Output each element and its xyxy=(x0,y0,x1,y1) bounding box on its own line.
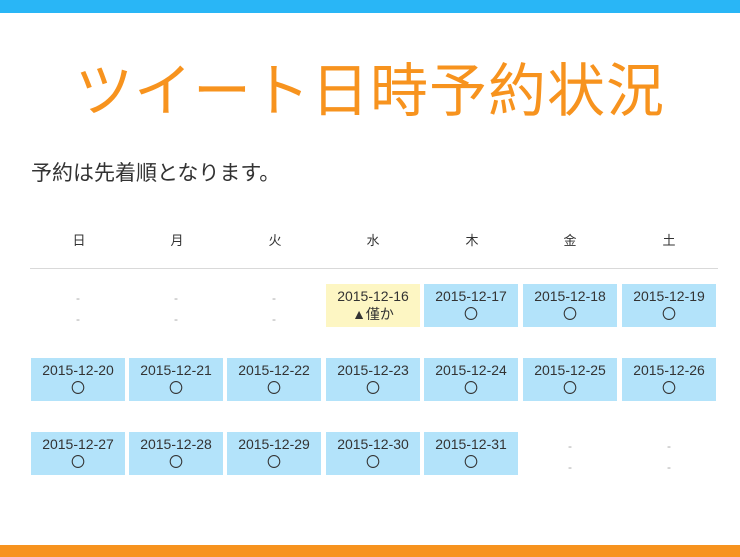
cell-status: - xyxy=(76,312,80,326)
cell-date: 2015-12-23 xyxy=(337,362,409,378)
cell-status: 〇 xyxy=(563,306,577,322)
cell-status: - xyxy=(568,460,572,474)
cell-status: 〇 xyxy=(267,380,281,396)
cell-date: 2015-12-19 xyxy=(633,288,705,304)
first-come-notice: 予約は先着順となります。 xyxy=(31,161,281,185)
cell-status: 〇 xyxy=(464,306,478,322)
calendar-cell-available[interactable]: 2015-12-27 〇 xyxy=(31,432,125,475)
calendar-cell-available[interactable]: 2015-12-24 〇 xyxy=(424,358,518,401)
cell-status: 〇 xyxy=(267,454,281,470)
calendar-cell-available[interactable]: 2015-12-18 〇 xyxy=(523,284,617,327)
page-title: ツイート日時予約状況 xyxy=(74,57,665,125)
calendar-cell-available[interactable]: 2015-12-23 〇 xyxy=(326,358,420,401)
weekday-monday: 月 xyxy=(170,234,184,249)
cell-date: - xyxy=(667,439,671,453)
cell-date: 2015-12-18 xyxy=(534,288,606,304)
cell-date: 2015-12-16 xyxy=(337,288,409,304)
calendar-cell-available[interactable]: 2015-12-31 〇 xyxy=(424,432,518,475)
cell-status: 〇 xyxy=(71,380,85,396)
cell-status: 〇 xyxy=(366,380,380,396)
cell-date: - xyxy=(174,291,178,305)
calendar-cell-available[interactable]: 2015-12-19 〇 xyxy=(622,284,716,327)
cell-date: 2015-12-21 xyxy=(140,362,212,378)
cell-status: 〇 xyxy=(169,380,183,396)
cell-status: 〇 xyxy=(662,306,676,322)
cell-date: - xyxy=(568,439,572,453)
cell-status: 〇 xyxy=(464,380,478,396)
cell-date: 2015-12-20 xyxy=(42,362,114,378)
calendar-cell-available[interactable]: 2015-12-17 〇 xyxy=(424,284,518,327)
cell-status: 〇 xyxy=(366,454,380,470)
calendar-cell-available[interactable]: 2015-12-30 〇 xyxy=(326,432,420,475)
cell-date: 2015-12-26 xyxy=(633,362,705,378)
calendar-cell-available[interactable]: 2015-12-29 〇 xyxy=(227,432,321,475)
cell-date: 2015-12-29 xyxy=(238,436,310,452)
calendar-cell-available[interactable]: 2015-12-20 〇 xyxy=(31,358,125,401)
cell-date: - xyxy=(272,291,276,305)
top-accent-bar xyxy=(0,0,740,13)
calendar-cell-available[interactable]: 2015-12-26 〇 xyxy=(622,358,716,401)
cell-status: 〇 xyxy=(662,380,676,396)
calendar-cell-empty: -- xyxy=(31,284,125,327)
cell-date: - xyxy=(76,291,80,305)
bottom-accent-bar xyxy=(0,545,740,557)
weekday-friday: 金 xyxy=(563,234,577,249)
cell-status: - xyxy=(272,312,276,326)
cell-status: 〇 xyxy=(71,454,85,470)
calendar-cell-available[interactable]: 2015-12-28 〇 xyxy=(129,432,223,475)
cell-status: - xyxy=(174,312,178,326)
cell-date: 2015-12-31 xyxy=(435,436,507,452)
cell-date: 2015-12-28 xyxy=(140,436,212,452)
calendar-cell-few-left[interactable]: 2015-12-16 ▲僅か xyxy=(326,284,420,327)
cell-date: 2015-12-27 xyxy=(42,436,114,452)
calendar-cell-empty: -- xyxy=(622,432,716,475)
weekday-header: 日 月 火 水 木 金 土 xyxy=(30,232,718,254)
cell-status: 〇 xyxy=(464,454,478,470)
cell-date: 2015-12-22 xyxy=(238,362,310,378)
cell-status: - xyxy=(667,460,671,474)
weekday-wednesday: 水 xyxy=(366,234,380,249)
calendar-cell-empty: -- xyxy=(523,432,617,475)
calendar-cell-empty: -- xyxy=(129,284,223,327)
cell-date: 2015-12-30 xyxy=(337,436,409,452)
weekday-thursday: 木 xyxy=(465,234,479,249)
cell-status: 〇 xyxy=(563,380,577,396)
cell-date: 2015-12-17 xyxy=(435,288,507,304)
weekday-tuesday: 火 xyxy=(268,234,282,249)
header-divider xyxy=(30,268,718,269)
calendar-cell-available[interactable]: 2015-12-25 〇 xyxy=(523,358,617,401)
cell-status: ▲僅か xyxy=(352,306,394,322)
weekday-saturday: 土 xyxy=(662,234,676,249)
calendar-cell-empty: -- xyxy=(227,284,321,327)
weekday-sunday: 日 xyxy=(72,234,86,249)
cell-date: 2015-12-25 xyxy=(534,362,606,378)
cell-date: 2015-12-24 xyxy=(435,362,507,378)
calendar-cell-available[interactable]: 2015-12-21 〇 xyxy=(129,358,223,401)
calendar-cell-available[interactable]: 2015-12-22 〇 xyxy=(227,358,321,401)
cell-status: 〇 xyxy=(169,454,183,470)
